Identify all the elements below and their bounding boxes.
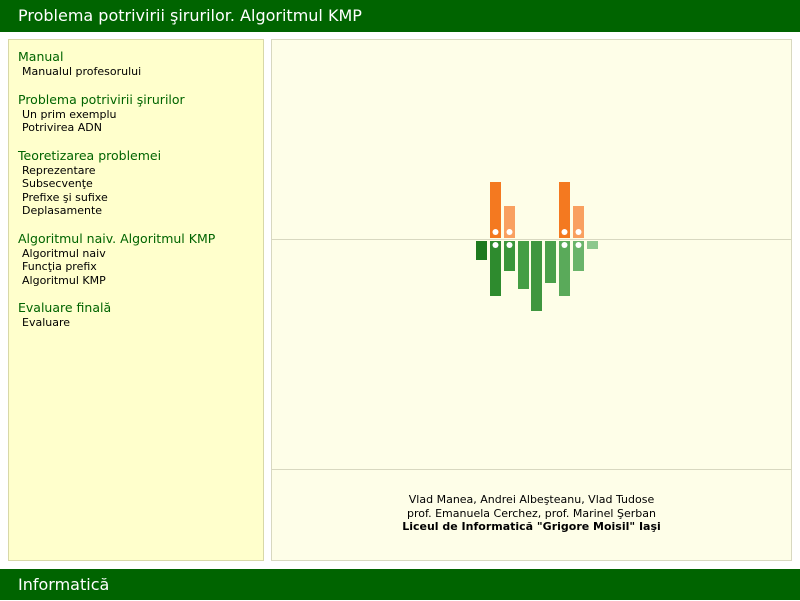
sidebar-item-un-prim-exemplu[interactable]: Un prim exemplu bbox=[18, 108, 263, 122]
section-title: Manual bbox=[18, 49, 64, 64]
sidebar-item-evaluare[interactable]: Evaluare bbox=[18, 316, 263, 330]
sidebar-section-algoritmi: Algoritmul naiv. Algoritmul KMP Algoritm… bbox=[18, 231, 263, 288]
sidebar-item-prefixe-sufixe[interactable]: Prefixe şi sufixe bbox=[18, 191, 263, 205]
sidebar-nav: Manual Manualul profesorului Problema po… bbox=[8, 39, 264, 561]
sidebar-item-algoritmul-kmp[interactable]: Algoritmul KMP bbox=[18, 274, 263, 288]
section-title: Problema potrivirii şirurilor bbox=[18, 91, 185, 107]
footer-bar: Informatică bbox=[0, 569, 800, 600]
teachers-line: prof. Emanuela Cerchez, prof. Marinel Şe… bbox=[407, 506, 656, 520]
section-title: Teoretizarea problemei bbox=[18, 147, 162, 163]
sidebar-item-manualul-profesorului[interactable]: Manualul profesorului bbox=[18, 65, 263, 79]
sidebar-item-deplasamente[interactable]: Deplasamente bbox=[18, 204, 263, 218]
sidebar-item-functia-prefix[interactable]: Funcţia prefix bbox=[18, 260, 263, 274]
section-title: Algoritmul naiv. Algoritmul KMP bbox=[18, 230, 216, 246]
authors-line: Vlad Manea, Andrei Albeşteanu, Vlad Tudo… bbox=[408, 493, 655, 506]
divider bbox=[272, 469, 791, 470]
footer-label: Informatică bbox=[18, 575, 110, 594]
main-content: Vlad Manea, Andrei Albeşteanu, Vlad Tudo… bbox=[271, 39, 792, 561]
sidebar-item-reprezentare[interactable]: Reprezentare bbox=[18, 164, 263, 178]
sidebar-section-teoretizare: Teoretizarea problemei Reprezentare Subs… bbox=[18, 148, 263, 218]
sidebar-item-potrivirea-adn[interactable]: Potrivirea ADN bbox=[18, 121, 263, 135]
section-title: Evaluare finală bbox=[18, 300, 112, 315]
sidebar-section-manual: Manual Manualul profesorului bbox=[18, 49, 263, 79]
bar-logo-icon bbox=[476, 182, 598, 311]
school-line: Liceul de Informatică "Grigore Moisil" I… bbox=[402, 520, 661, 533]
sidebar-item-algoritmul-naiv[interactable]: Algoritmul naiv bbox=[18, 247, 263, 261]
sidebar-section-problema: Problema potrivirii şirurilor Un prim ex… bbox=[18, 92, 263, 135]
sidebar-item-subsecvente[interactable]: Subsecvenţe bbox=[18, 177, 263, 191]
credits-block: Vlad Manea, Andrei Albeşteanu, Vlad Tudo… bbox=[272, 493, 791, 534]
sidebar-section-evaluare: Evaluare finală Evaluare bbox=[18, 300, 263, 330]
page-title: Problema potrivirii şirurilor. Algoritmu… bbox=[18, 6, 362, 25]
app-title-bar: Problema potrivirii şirurilor. Algoritmu… bbox=[0, 0, 800, 32]
